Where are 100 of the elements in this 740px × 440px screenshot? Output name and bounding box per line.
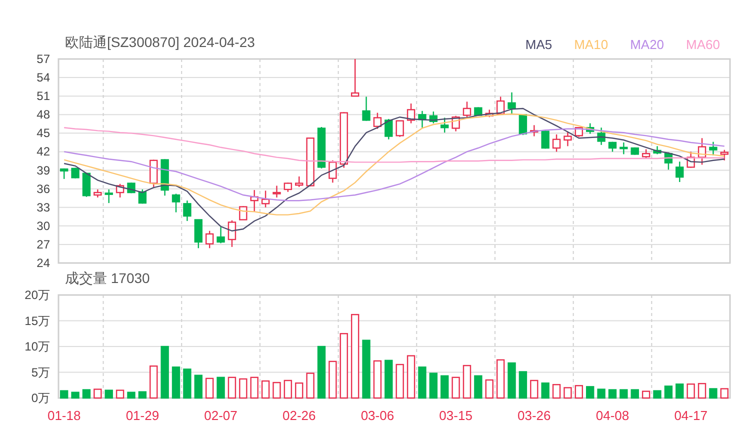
volume-bar	[541, 382, 550, 399]
candlestick	[216, 227, 225, 244]
volume-bar	[620, 389, 628, 399]
axis-label: 48	[36, 108, 50, 122]
candlestick	[630, 147, 639, 155]
candlestick	[418, 110, 426, 128]
candlestick	[183, 200, 192, 221]
volume-bar	[71, 392, 80, 399]
date-label: 03-26	[518, 408, 551, 423]
axis-label: 57	[36, 52, 50, 66]
volume-bar	[586, 386, 594, 399]
legend-label: MA10	[574, 37, 608, 52]
legend-label: MA5	[525, 37, 552, 52]
candlestick	[250, 190, 258, 212]
chart-title: 欧陆通[SZ300870] 2024-04-23	[65, 34, 255, 52]
volume-bar	[720, 388, 728, 399]
candlestick	[608, 142, 617, 152]
volume-bar	[194, 374, 202, 399]
candlestick	[720, 150, 728, 160]
axis-label: 15万	[24, 314, 50, 328]
candlestick	[462, 102, 472, 118]
legend-label: MA60	[686, 37, 720, 52]
volume-bar	[440, 375, 449, 399]
axis-label: 33	[36, 200, 50, 214]
candlestick	[172, 194, 180, 212]
axis-label: 36	[36, 182, 50, 196]
axis-label: 54	[36, 70, 50, 85]
date-label: 01-18	[47, 408, 81, 423]
candlestick	[317, 127, 326, 168]
candlestick	[574, 127, 583, 137]
candlestick	[71, 168, 80, 178]
volume-bar	[228, 376, 236, 399]
candlestick	[194, 219, 202, 248]
axis-label: 27	[36, 237, 50, 252]
candlestick	[284, 182, 292, 192]
volume-bar	[60, 390, 68, 399]
candlestick	[228, 220, 236, 247]
volume-bar	[608, 389, 617, 399]
axis-label: 20万	[24, 288, 50, 302]
volume-bar	[406, 355, 416, 399]
volume-bar	[138, 391, 147, 399]
candlestick	[564, 132, 572, 146]
candlestick	[496, 96, 505, 115]
candlestick	[205, 230, 214, 248]
axis-label: 51	[36, 89, 50, 104]
volume-bar	[485, 379, 494, 399]
candlestick	[340, 112, 348, 168]
candlestick	[150, 160, 158, 187]
axis-label: 10万	[24, 340, 50, 354]
volume-bar	[362, 340, 370, 399]
candlestick	[82, 172, 91, 197]
legend-label: MA20	[630, 37, 664, 52]
axis-label: 39	[36, 163, 50, 178]
volume-bar	[418, 366, 426, 399]
volume-bar	[676, 384, 684, 399]
axis-label: 24	[36, 256, 50, 270]
candlestick	[104, 189, 113, 204]
volume-bar	[261, 380, 270, 399]
candlestick	[653, 146, 662, 154]
volume-bar	[284, 380, 292, 399]
candlestick	[541, 130, 550, 149]
volume-bar	[552, 384, 561, 399]
candlestick	[94, 189, 102, 198]
candlestick	[530, 125, 538, 136]
volume-bar	[698, 382, 706, 399]
volume-bar	[597, 388, 606, 399]
volume-bar	[709, 388, 718, 399]
candlestick	[642, 149, 650, 158]
date-label: 03-15	[439, 408, 472, 423]
candlestick	[597, 128, 606, 145]
volume-bar	[328, 360, 337, 399]
candlestick	[261, 190, 270, 208]
candlestick	[452, 116, 460, 132]
volume-bar	[474, 375, 482, 399]
candlestick	[272, 186, 281, 198]
volume-bar	[530, 380, 538, 399]
candlestick	[239, 206, 248, 220]
volume-bar	[306, 372, 314, 399]
volume-bar	[104, 390, 113, 399]
candlestick	[138, 189, 147, 204]
candlestick	[373, 112, 382, 129]
volume-bar	[642, 390, 650, 399]
volume-bar	[574, 385, 583, 399]
volume-bar	[373, 360, 382, 399]
volume-bar	[116, 390, 124, 399]
candlestick	[60, 168, 68, 179]
candlestick	[295, 176, 304, 187]
candlestick	[586, 123, 594, 134]
candlestick	[709, 142, 718, 156]
axis-label: 42	[36, 144, 50, 159]
volume-bar	[272, 382, 281, 399]
candlestick	[396, 120, 404, 137]
volume-bar	[496, 359, 505, 399]
candlestick	[160, 159, 169, 196]
volume-bar	[340, 333, 348, 399]
candlestick	[429, 112, 438, 124]
axis-label: 30	[36, 218, 50, 233]
candlestick	[698, 138, 706, 165]
candlestick	[362, 96, 370, 121]
candlestick	[474, 107, 482, 116]
